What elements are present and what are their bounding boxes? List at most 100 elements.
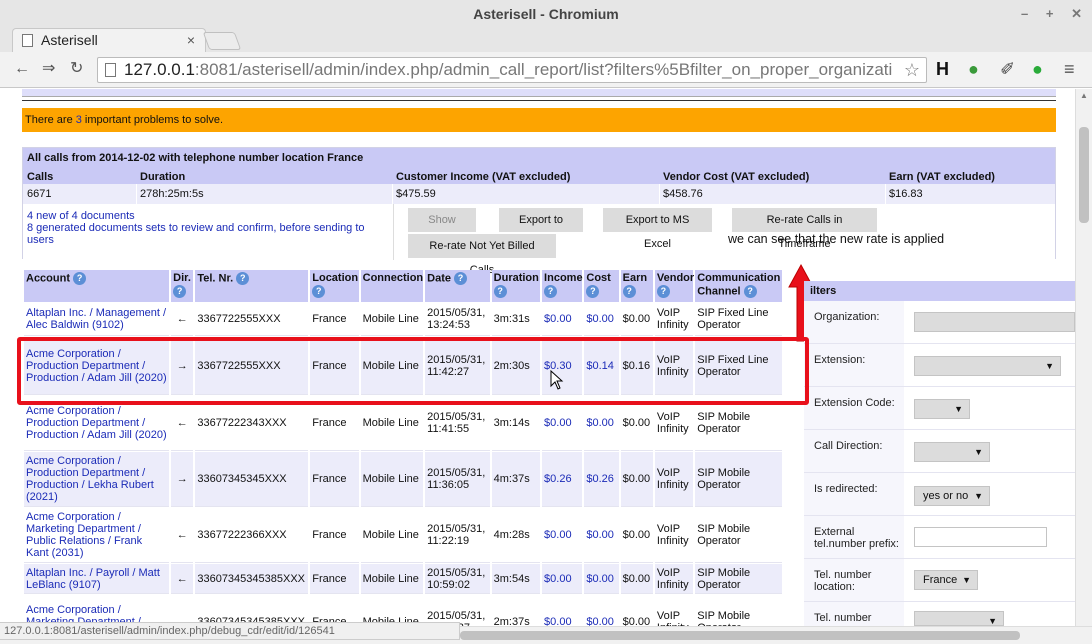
rerate-not-billed-button[interactable]: Re-rate Not Yet Billed Calls <box>408 234 556 276</box>
chevron-down-icon: ▼ <box>954 404 963 414</box>
col-income[interactable]: Income? <box>542 270 583 302</box>
help-icon[interactable]: ? <box>743 285 757 298</box>
row-channel: SIP Mobile Operator <box>695 452 782 507</box>
row-duration: 3m:54s <box>491 564 541 594</box>
row-income-link[interactable]: $0.00 <box>542 303 583 336</box>
table-row: Acme Corporation / Production Department… <box>24 452 782 507</box>
row-cost-link[interactable]: $0.26 <box>584 452 619 507</box>
row-location: France <box>310 508 359 563</box>
extension-code-select[interactable]: ▼ <box>914 399 970 419</box>
tab-close-icon[interactable]: × <box>187 29 195 51</box>
col-vendor[interactable]: Vendor? <box>654 270 695 302</box>
row-account-link[interactable]: Acme Corporation / Marketing Department … <box>24 508 170 563</box>
call-direction-select[interactable]: ▼ <box>914 442 990 462</box>
help-icon[interactable]: ? <box>173 285 187 298</box>
chevron-down-icon: ▼ <box>988 616 997 626</box>
show-stats-button[interactable]: Show Stats <box>408 208 476 250</box>
rerate-timeframe-button[interactable]: Re-rate Calls in Timeframe <box>732 208 877 250</box>
row-cost-link[interactable]: $0.00 <box>584 595 619 626</box>
page-icon <box>22 34 33 47</box>
row-cost-link[interactable]: $0.00 <box>584 303 619 336</box>
filter-tel-number-label: Tel. number <box>804 602 904 626</box>
page-info-icon[interactable] <box>105 63 116 77</box>
row-channel: SIP Mobile Operator <box>695 595 782 626</box>
row-duration: 4m:37s <box>491 452 541 507</box>
status-bar: 127.0.0.1:8081/asterisell/admin/index.ph… <box>0 622 460 640</box>
new-documents-link[interactable]: 4 new of 4 documents <box>27 210 135 222</box>
col-direction[interactable]: Dir.? <box>171 270 194 302</box>
annotation-highlight-box <box>17 337 809 405</box>
extension-chat-icon[interactable]: ● <box>1032 59 1043 79</box>
col-channel[interactable]: Communication Channel ? <box>695 270 782 302</box>
col-date[interactable]: Date ? <box>425 270 490 302</box>
filter-extension-code-label: Extension Code: <box>804 387 904 429</box>
row-account-link[interactable]: Acme Corporation / Production Department… <box>24 452 170 507</box>
row-earn: $0.00 <box>620 452 653 507</box>
col-tel-label: Tel. Nr. <box>197 272 234 285</box>
row-account-link[interactable]: Altaplan Inc. / Payroll / Matt LeBlanc (… <box>24 564 170 594</box>
problems-alert[interactable]: There are 3 important problems to solve. <box>22 108 1056 132</box>
window-controls: – + ✕ <box>1007 0 1082 28</box>
maximize-button[interactable]: + <box>1046 6 1054 21</box>
row-account-link[interactable]: Altaplan Inc. / Management / Alec Baldwi… <box>24 303 170 336</box>
row-income-link[interactable]: $0.00 <box>542 564 583 594</box>
tel-number-select[interactable]: ▼ <box>914 611 1004 626</box>
help-icon[interactable]: ? <box>544 285 558 298</box>
row-income-link[interactable]: $0.00 <box>542 508 583 563</box>
vertical-scrollbar[interactable]: ▲ <box>1075 89 1092 626</box>
help-icon[interactable]: ? <box>454 272 468 285</box>
browser-toolbar: ← ⇒ ↻ 127.0.0.1:8081/asterisell/admin/in… <box>0 52 1092 88</box>
organization-select[interactable] <box>914 312 1075 332</box>
external-prefix-input[interactable] <box>914 527 1047 547</box>
browser-tab[interactable]: Asterisell × <box>12 28 206 52</box>
col-connection[interactable]: Connection <box>360 270 424 302</box>
export-csv-button[interactable]: Export to CSV <box>499 208 583 250</box>
stats-col-earn: Earn (VAT excluded) <box>889 171 995 183</box>
color-picker-icon[interactable]: ✐ <box>1000 59 1015 79</box>
col-earn[interactable]: Earn? <box>620 270 653 302</box>
col-duration[interactable]: Duration? <box>491 270 541 302</box>
minimize-button[interactable]: – <box>1021 6 1028 21</box>
row-location: France <box>310 452 359 507</box>
stats-income-value: $475.59 <box>396 188 436 200</box>
col-cost[interactable]: Cost? <box>584 270 619 302</box>
generated-documents-link[interactable]: 8 generated documents sets to review and… <box>27 222 365 234</box>
horizontal-scrollbar-thumb[interactable] <box>460 631 1020 640</box>
help-icon[interactable]: ? <box>656 285 670 298</box>
export-excel-button[interactable]: Export to MS Excel <box>603 208 712 250</box>
col-duration-label: Duration <box>493 272 539 284</box>
row-cost-link[interactable]: $0.00 <box>584 564 619 594</box>
help-icon[interactable]: ? <box>73 272 87 285</box>
scrollbar-thumb[interactable] <box>1079 127 1089 223</box>
is-redirected-select[interactable]: yes or no ▼ <box>914 486 990 506</box>
extension-select[interactable]: ▼ <box>914 356 1061 376</box>
col-vendor-label: Vendor <box>656 272 695 284</box>
close-window-button[interactable]: ✕ <box>1071 6 1082 21</box>
new-tab-button[interactable] <box>202 32 242 50</box>
mouse-cursor-icon <box>550 370 564 390</box>
bookmark-star-icon[interactable]: ☆ <box>904 58 920 82</box>
row-income-link[interactable]: $0.26 <box>542 452 583 507</box>
row-vendor: VoIP Infinity <box>654 452 694 507</box>
reload-icon[interactable]: ↻ <box>70 60 83 78</box>
extension-evernote-icon[interactable]: ● <box>968 59 979 79</box>
row-income-link[interactable]: $0.00 <box>542 595 583 626</box>
col-account[interactable]: Account ? <box>24 270 170 302</box>
col-location[interactable]: Location? <box>310 270 359 302</box>
tel-location-select[interactable]: France ▼ <box>914 570 978 590</box>
calls-table: Account ? Dir.? Tel. Nr. ? Location? Con… <box>22 269 784 626</box>
address-bar[interactable]: 127.0.0.1:8081/asterisell/admin/index.ph… <box>97 57 927 83</box>
col-tel[interactable]: Tel. Nr. ? <box>195 270 309 302</box>
help-icon[interactable]: ? <box>622 285 636 298</box>
forward-arrow-icon[interactable]: ⇒ <box>42 60 55 78</box>
extension-h-icon[interactable]: H <box>936 59 949 79</box>
generated-documents-link-cont[interactable]: users <box>27 234 54 246</box>
help-icon[interactable]: ? <box>236 272 250 285</box>
back-arrow-icon[interactable]: ← <box>14 60 30 78</box>
menu-icon[interactable]: ≡ <box>1064 59 1075 79</box>
scroll-up-icon[interactable]: ▲ <box>1080 91 1088 100</box>
help-icon[interactable]: ? <box>586 285 600 298</box>
help-icon[interactable]: ? <box>493 285 507 298</box>
row-cost-link[interactable]: $0.00 <box>584 508 619 563</box>
help-icon[interactable]: ? <box>312 285 326 298</box>
